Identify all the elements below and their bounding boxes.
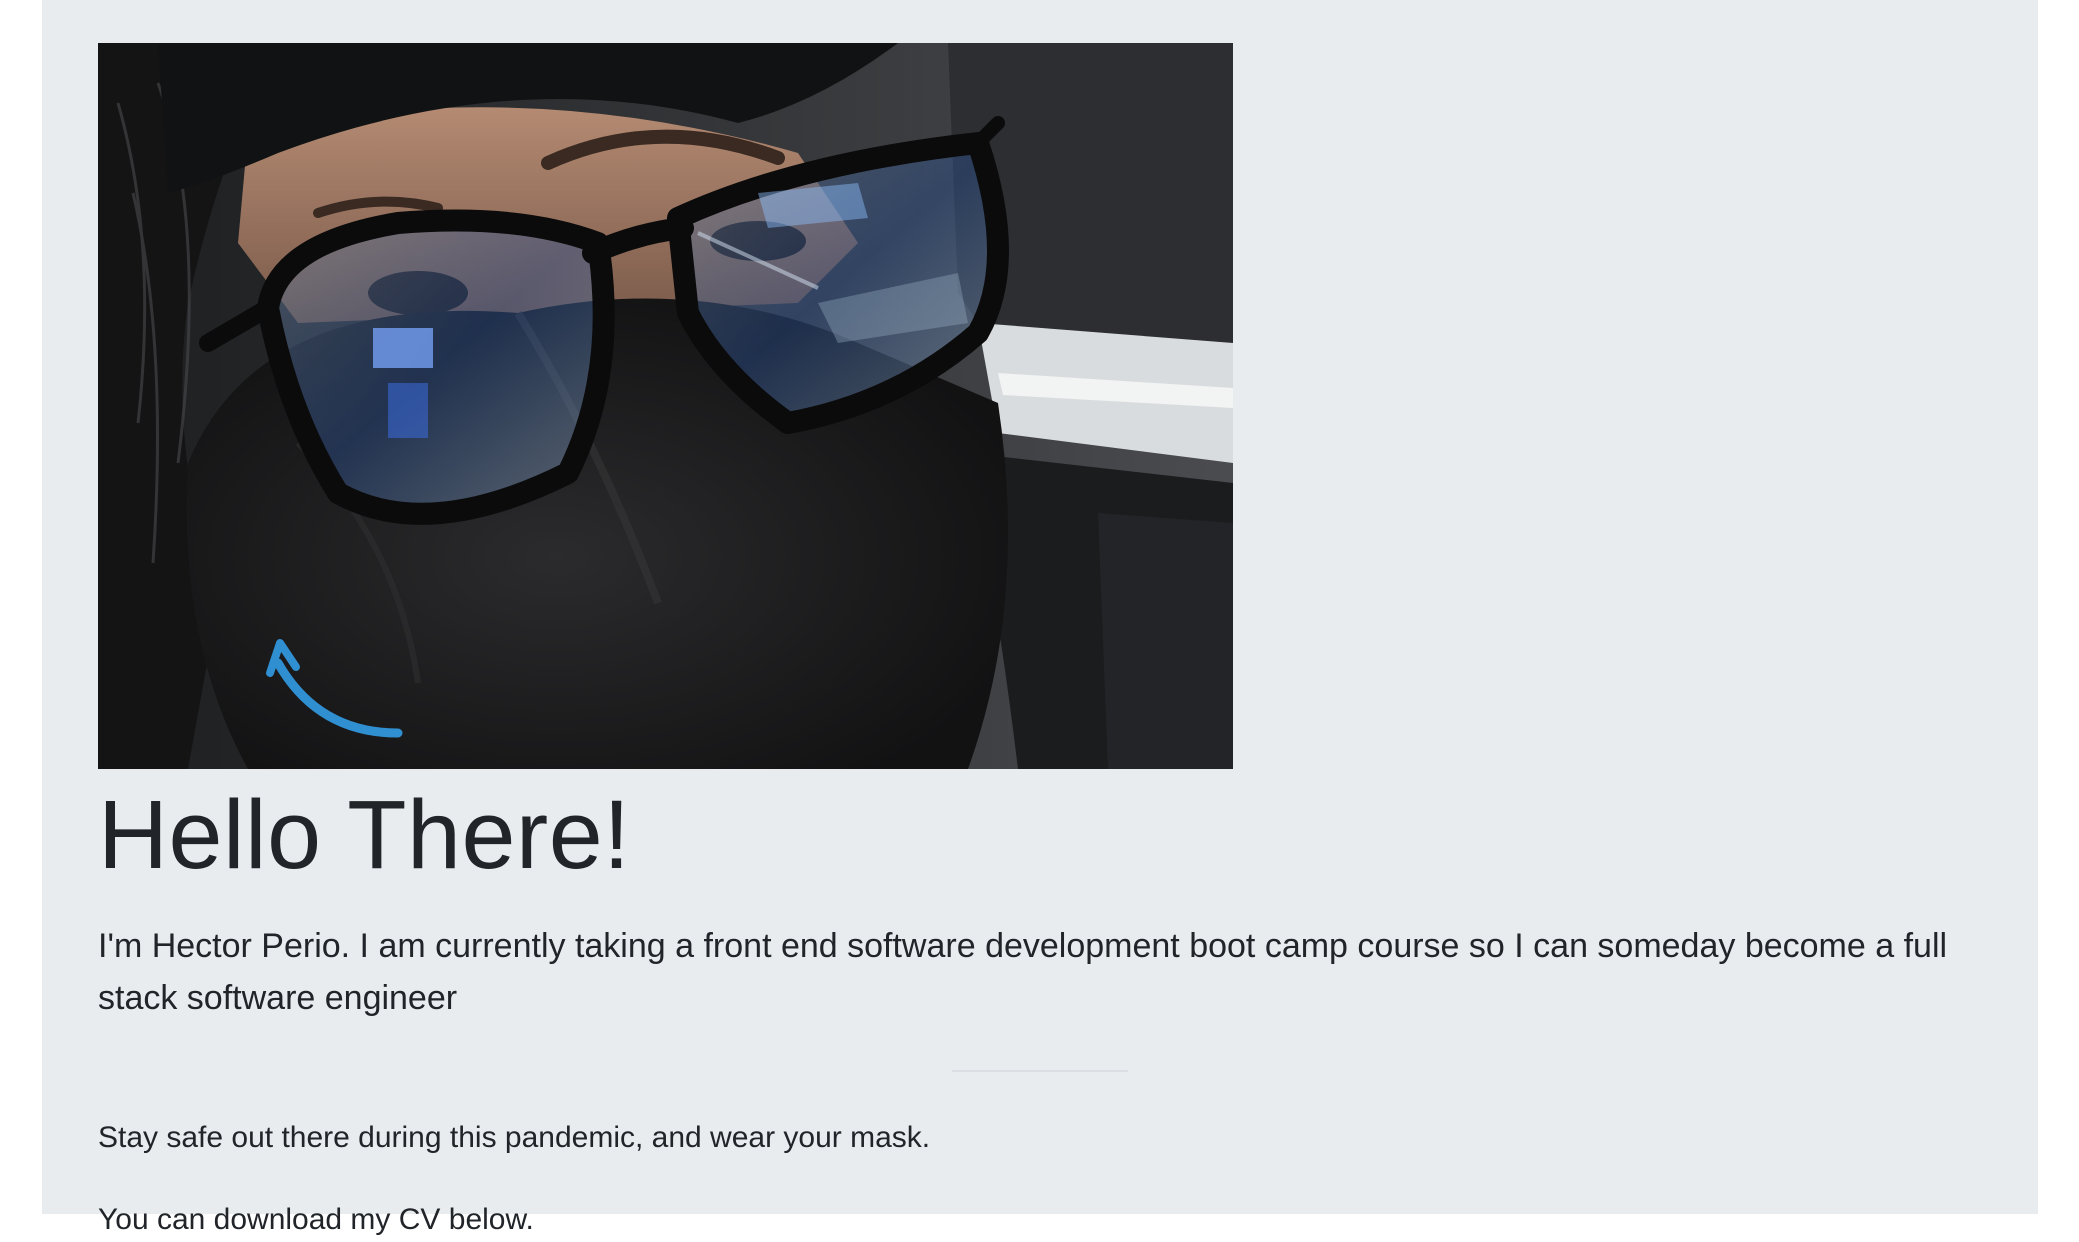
intro-paragraph: I'm Hector Perio. I am currently taking … xyxy=(98,926,1948,1017)
profile-photo xyxy=(98,43,1233,769)
safety-message: Stay safe out there during this pandemic… xyxy=(98,1120,931,1154)
jumbotron: Hello There! I'm Hector Perio. I am curr… xyxy=(42,0,2038,1236)
jumbotron-content: Hello There! I'm Hector Perio. I am curr… xyxy=(98,43,1988,1242)
divider xyxy=(952,1069,1128,1072)
page-title: Hello There! xyxy=(98,780,631,889)
cv-download-text: You can download my CV below. xyxy=(98,1202,534,1236)
